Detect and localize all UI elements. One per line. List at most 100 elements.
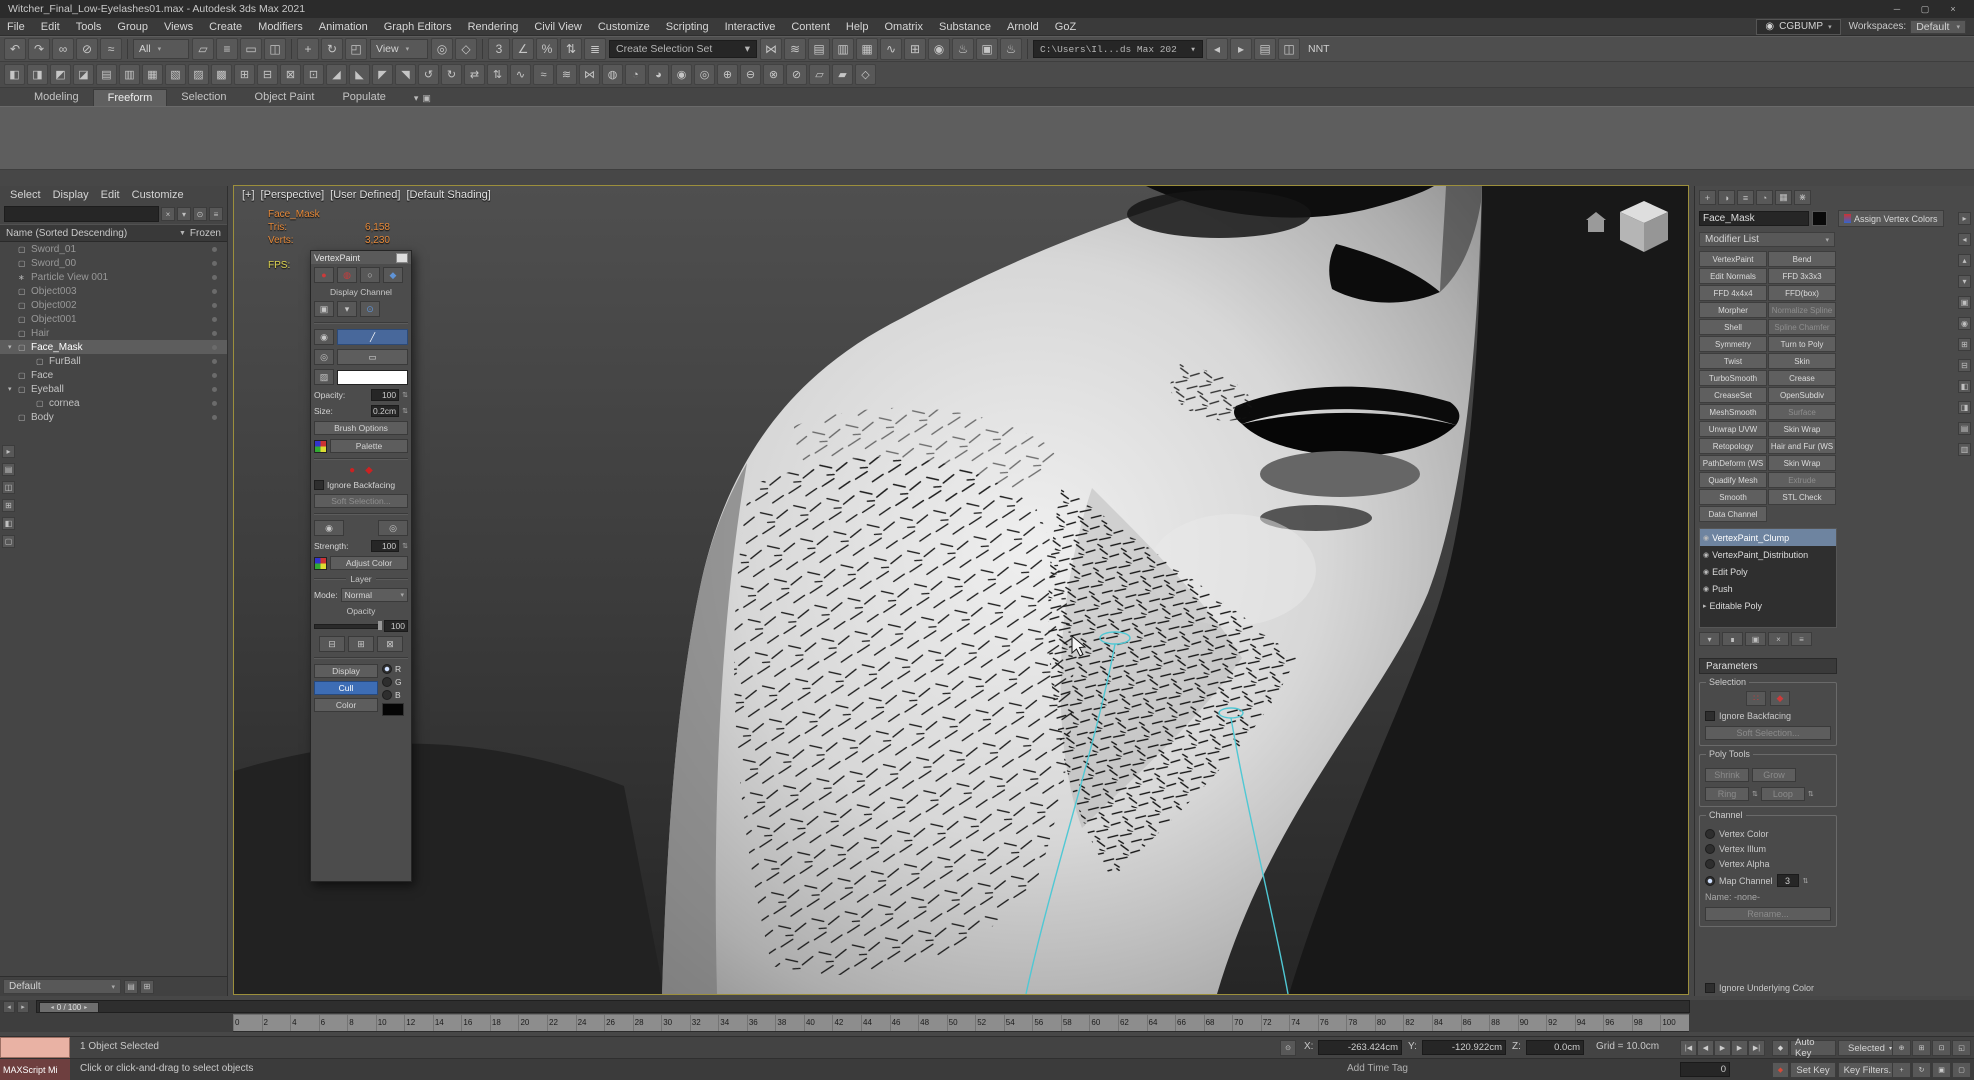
y-coordinate-field[interactable]: -120.922cm — [1422, 1040, 1506, 1055]
named-selection-set-combo[interactable]: Create Selection Set▾ — [609, 40, 757, 58]
display-button[interactable]: Display — [314, 664, 378, 678]
loop-button[interactable]: Loop — [1761, 787, 1805, 801]
explorer-column-headers[interactable]: Name (Sorted Descending) ▼ Frozen — [0, 224, 227, 242]
current-frame-field[interactable]: 0 — [1680, 1062, 1730, 1077]
ignore-backfacing-checkbox[interactable] — [314, 480, 324, 490]
open-recent-icon[interactable]: ◫ — [1278, 38, 1300, 60]
zoom-region-icon[interactable]: ◱ — [1952, 1040, 1971, 1056]
rename-button[interactable]: Rename... — [1705, 907, 1831, 921]
vertexpaint-dialog-titlebar[interactable]: VertexPaint — [311, 251, 411, 264]
ignore-underlying-color-checkbox[interactable] — [1705, 983, 1715, 993]
tool-icon[interactable]: ▩ — [211, 64, 232, 85]
side-toolbar-icon[interactable]: ⊞ — [1958, 338, 1971, 351]
explorer-options-icon[interactable]: ≡ — [209, 207, 223, 221]
channel-b-radio[interactable] — [382, 690, 392, 700]
percent-snap-icon[interactable]: % — [536, 38, 558, 60]
x-coordinate-field[interactable]: -263.424cm — [1318, 1040, 1402, 1055]
frozen-dot-icon[interactable] — [212, 289, 217, 294]
frozen-dot-icon[interactable] — [212, 317, 217, 322]
modifier-button[interactable]: Normalize Spline — [1768, 302, 1836, 318]
snaps-toggle-icon[interactable]: 3 — [488, 38, 510, 60]
z-coordinate-field[interactable]: 0.0cm — [1526, 1040, 1584, 1055]
menu-item[interactable]: Create — [202, 18, 249, 36]
auto-key-icon[interactable]: ◆ — [1772, 1040, 1789, 1056]
modifier-button[interactable]: FFD 3x3x3 — [1768, 268, 1836, 284]
list-item[interactable]: ▾ ▢ Face_Mask — [0, 340, 227, 354]
name-column-header[interactable]: Name (Sorted Descending) — [6, 228, 175, 239]
color-button[interactable]: Color — [314, 698, 378, 712]
vertex-illum-display-icon[interactable]: ◍ — [337, 267, 357, 283]
explorer-menu-item[interactable]: Edit — [95, 189, 126, 201]
select-and-scale-icon[interactable]: ◰ — [345, 38, 367, 60]
menu-item[interactable]: GoZ — [1048, 18, 1083, 36]
side-toolbar-icon[interactable]: ◂ — [1958, 233, 1971, 246]
project-folder-icon[interactable]: ▤ — [1254, 38, 1276, 60]
render-setup-icon[interactable]: ♨ — [952, 38, 974, 60]
rendered-frame-icon[interactable]: ▣ — [976, 38, 998, 60]
modifier-button[interactable]: Shell — [1699, 319, 1767, 335]
tool-icon[interactable]: ◩ — [50, 64, 71, 85]
spinner-icon[interactable]: ⇅ — [402, 391, 408, 399]
modifier-button[interactable] — [1768, 506, 1836, 522]
vertexpaint-dialog[interactable]: VertexPaint ●◍○◆ Display Channel ▣▾⊙ ◉ ╱… — [310, 250, 412, 882]
menu-item[interactable]: Views — [157, 18, 200, 36]
render-icon[interactable]: ♨ — [1000, 38, 1022, 60]
expand-arrow-icon[interactable]: ▾ — [8, 385, 18, 393]
explorer-menu-item[interactable]: Select — [4, 189, 47, 201]
layout-tab-icon[interactable]: ▢ — [2, 535, 15, 548]
make-unique-icon[interactable]: ▣ — [1745, 632, 1766, 646]
list-item[interactable]: ▢ Object002 — [0, 298, 227, 312]
viewport-menu-pov[interactable]: [Perspective] — [261, 189, 325, 201]
frozen-dot-icon[interactable] — [212, 331, 217, 336]
select-and-link-icon[interactable]: ∞ — [52, 38, 74, 60]
visibility-toggle-icon[interactable]: ◉ — [1703, 568, 1709, 576]
modifier-button[interactable]: Skin Wrap — [1768, 421, 1836, 437]
next-frame-icon[interactable]: ▶ — [1731, 1040, 1748, 1056]
display-tab-icon[interactable]: ▦ — [1775, 190, 1792, 205]
menu-item[interactable]: Substance — [932, 18, 998, 36]
next-folder-icon[interactable]: ▸ — [1230, 38, 1252, 60]
list-item[interactable]: ▢ Sword_01 — [0, 242, 227, 256]
undo-icon[interactable]: ↶ — [4, 38, 26, 60]
erase-brush-button[interactable]: ▭ — [337, 349, 408, 365]
material-editor-icon[interactable]: ◉ — [928, 38, 950, 60]
minimize-button[interactable]: ─ — [1884, 2, 1910, 16]
menu-item[interactable]: Omatrix — [878, 18, 931, 36]
create-tab-icon[interactable]: + — [1699, 190, 1716, 205]
hierarchy-tab-icon[interactable]: ≡ — [1737, 190, 1754, 205]
map-channel-radio[interactable] — [1705, 876, 1715, 886]
select-and-rotate-icon[interactable]: ↻ — [321, 38, 343, 60]
ribbon-tab[interactable]: Populate — [328, 89, 399, 106]
modifier-button[interactable]: Data Channel — [1699, 506, 1767, 522]
zoom-icon[interactable]: ⊕ — [1892, 1040, 1911, 1056]
frozen-dot-icon[interactable] — [212, 303, 217, 308]
side-toolbar-icon[interactable]: ◉ — [1958, 317, 1971, 330]
project-path-combo[interactable]: C:\Users\Il...ds Max 202▾ — [1033, 40, 1203, 58]
soft-selection-button[interactable]: Soft Selection... — [314, 494, 408, 508]
maximize-viewport-icon[interactable]: ▣ — [1932, 1062, 1951, 1078]
nnt-toolbar-button[interactable]: NNT — [1303, 43, 1335, 55]
menu-item[interactable]: Animation — [312, 18, 375, 36]
frozen-dot-icon[interactable] — [212, 247, 217, 252]
tool-icon[interactable]: ⇄ — [464, 64, 485, 85]
tool-icon[interactable]: ⋈ — [579, 64, 600, 85]
curve-editor-icon[interactable]: ∿ — [880, 38, 902, 60]
modifier-button[interactable]: Retopology — [1699, 438, 1767, 454]
modifier-button[interactable]: Unwrap UVW — [1699, 421, 1767, 437]
bind-to-spacewarp-icon[interactable]: ≈ — [100, 38, 122, 60]
tool-icon[interactable]: ◉ — [671, 64, 692, 85]
ribbon-tab[interactable]: Freeform — [93, 89, 168, 106]
dialog-button[interactable] — [396, 253, 408, 263]
modifier-button[interactable]: Twist — [1699, 353, 1767, 369]
tool-icon[interactable]: ◇ — [855, 64, 876, 85]
tool-icon[interactable]: ▧ — [165, 64, 186, 85]
modifier-button[interactable]: Spline Chamfer — [1768, 319, 1836, 335]
set-key-icon[interactable]: ◆ — [1772, 1062, 1789, 1078]
menu-item[interactable]: Arnold — [1000, 18, 1046, 36]
modifier-button[interactable]: Hair and Fur (WS — [1768, 438, 1836, 454]
modifier-stack-item[interactable]: ◉ VertexPaint_Clump — [1700, 529, 1836, 546]
expand-arrow-icon[interactable]: ▾ — [8, 343, 18, 351]
modifier-button[interactable]: FFD 4x4x4 — [1699, 285, 1767, 301]
go-to-start-icon[interactable]: |◀ — [1680, 1040, 1697, 1056]
modifier-button[interactable]: FFD(box) — [1768, 285, 1836, 301]
